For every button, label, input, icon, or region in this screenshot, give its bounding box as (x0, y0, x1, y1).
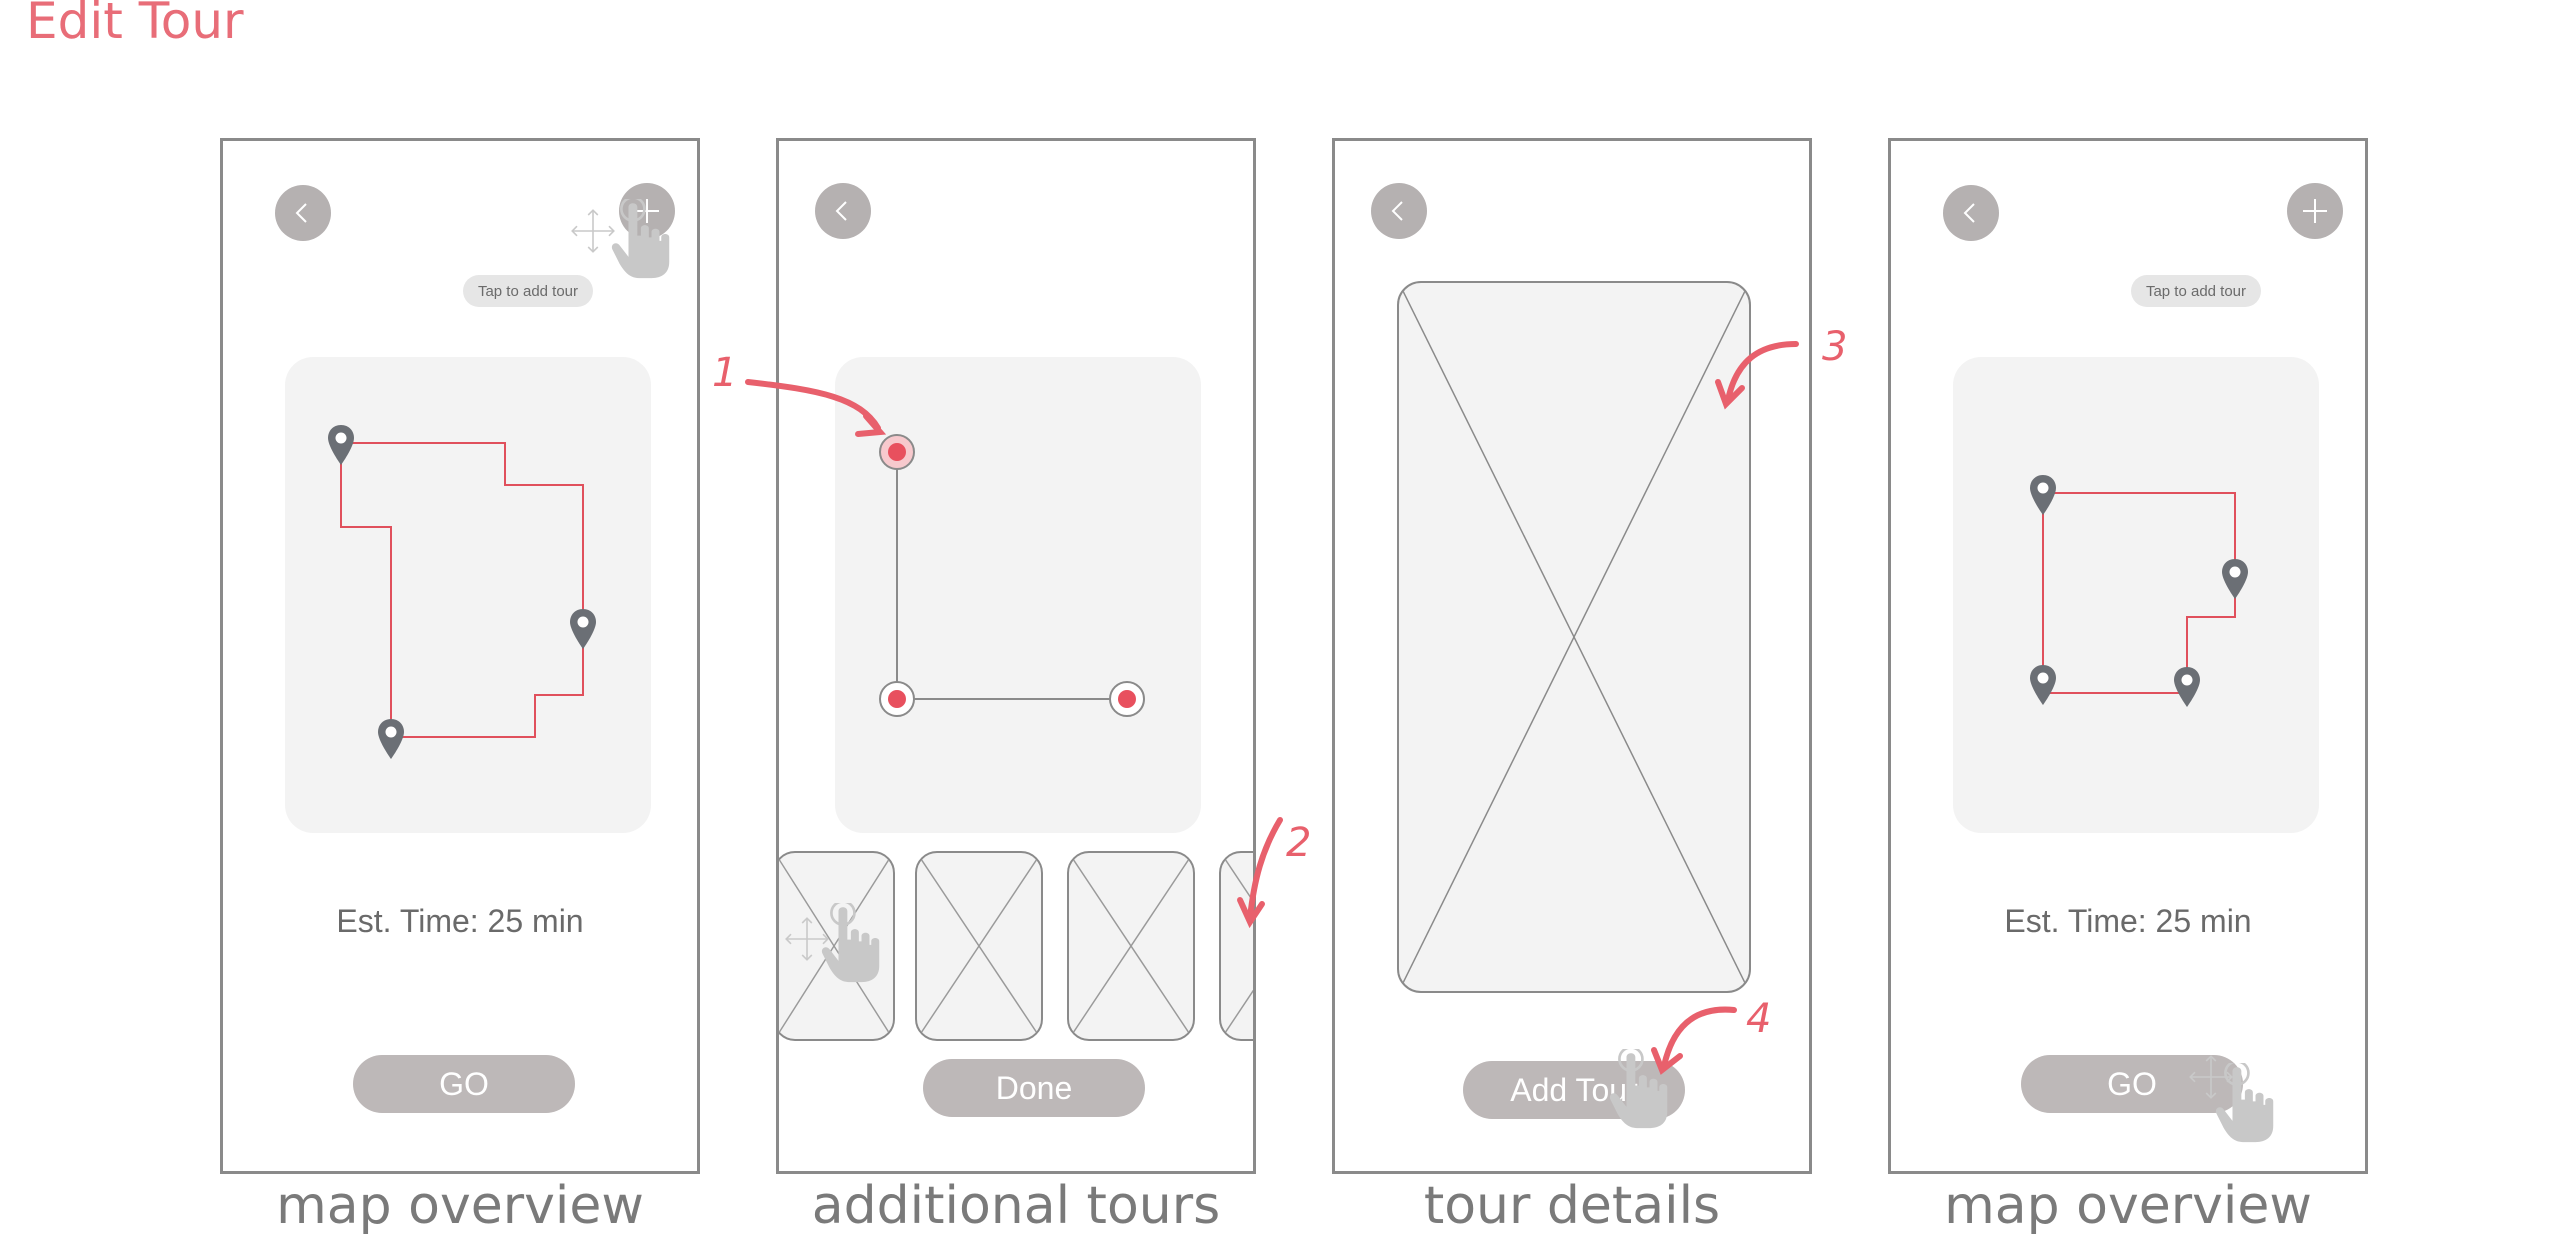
add-tour-tooltip: Tap to add tour (2131, 275, 2261, 307)
back-button[interactable] (1371, 183, 1427, 239)
back-icon (1391, 201, 1403, 221)
annotation-number-2: 2 (1286, 820, 1312, 866)
screen-caption: map overview (276, 1176, 644, 1236)
back-button[interactable] (275, 185, 331, 241)
done-button[interactable]: Done (923, 1059, 1145, 1117)
back-icon (835, 201, 847, 221)
page-title: Edit Tour (26, 0, 244, 50)
map-pin-icon[interactable] (2028, 473, 2058, 517)
back-icon (295, 203, 307, 223)
tour-thumbnail[interactable] (779, 851, 895, 1041)
go-button[interactable]: GO (353, 1055, 575, 1113)
tour-thumbnail[interactable] (915, 851, 1043, 1041)
map-pin-icon[interactable] (376, 717, 406, 761)
tour-image-placeholder (1397, 281, 1751, 993)
map-view[interactable] (835, 357, 1201, 833)
tour-thumbnail[interactable] (1219, 851, 1253, 1041)
add-tour-button[interactable] (619, 183, 675, 239)
image-placeholder-icon (917, 853, 1041, 1039)
map-view[interactable] (285, 357, 651, 833)
screen-caption: tour details (1423, 1176, 1721, 1236)
image-placeholder-icon (779, 853, 893, 1039)
go-button[interactable]: GO (2021, 1055, 2243, 1113)
screen-additional-tours: Done (776, 138, 1256, 1174)
back-button[interactable] (815, 183, 871, 239)
annotation-number-3: 3 (1822, 324, 1848, 370)
screen-map-overview: Tap to add tour Est. Time: 25 min GO (1888, 138, 2368, 1174)
annotation-number-4: 4 (1746, 996, 1772, 1042)
map-pin-icon[interactable] (2172, 665, 2202, 709)
estimated-time: Est. Time: 25 min (336, 903, 584, 939)
tour-thumbnail[interactable] (1067, 851, 1195, 1041)
map-pin-icon[interactable] (2220, 557, 2250, 601)
screen-caption: map overview (1944, 1176, 2312, 1236)
move-icon (569, 207, 617, 255)
map-view[interactable] (1953, 357, 2319, 833)
screen-map-overview: Tap to add tour Est. Time: 25 min GO (220, 138, 700, 1174)
plus-icon (2303, 199, 2327, 223)
annotation-number-1: 1 (712, 350, 738, 396)
image-placeholder-icon (1399, 283, 1749, 991)
screen-tour-details: Add Tour (1332, 138, 1812, 1174)
estimated-time: Est. Time: 25 min (2004, 903, 2252, 939)
screen-caption: additional tours (811, 1176, 1221, 1236)
add-tour-button[interactable] (2287, 183, 2343, 239)
back-button[interactable] (1943, 185, 1999, 241)
plus-icon (635, 199, 659, 223)
map-pin-icon[interactable] (2028, 663, 2058, 707)
add-tour-button[interactable]: Add Tour (1463, 1061, 1685, 1119)
image-placeholder-icon (1221, 853, 1253, 1039)
map-pin-icon[interactable] (568, 607, 598, 651)
map-pin-icon[interactable] (326, 423, 356, 467)
image-placeholder-icon (1069, 853, 1193, 1039)
add-tour-tooltip: Tap to add tour (463, 275, 593, 307)
back-icon (1963, 203, 1975, 223)
